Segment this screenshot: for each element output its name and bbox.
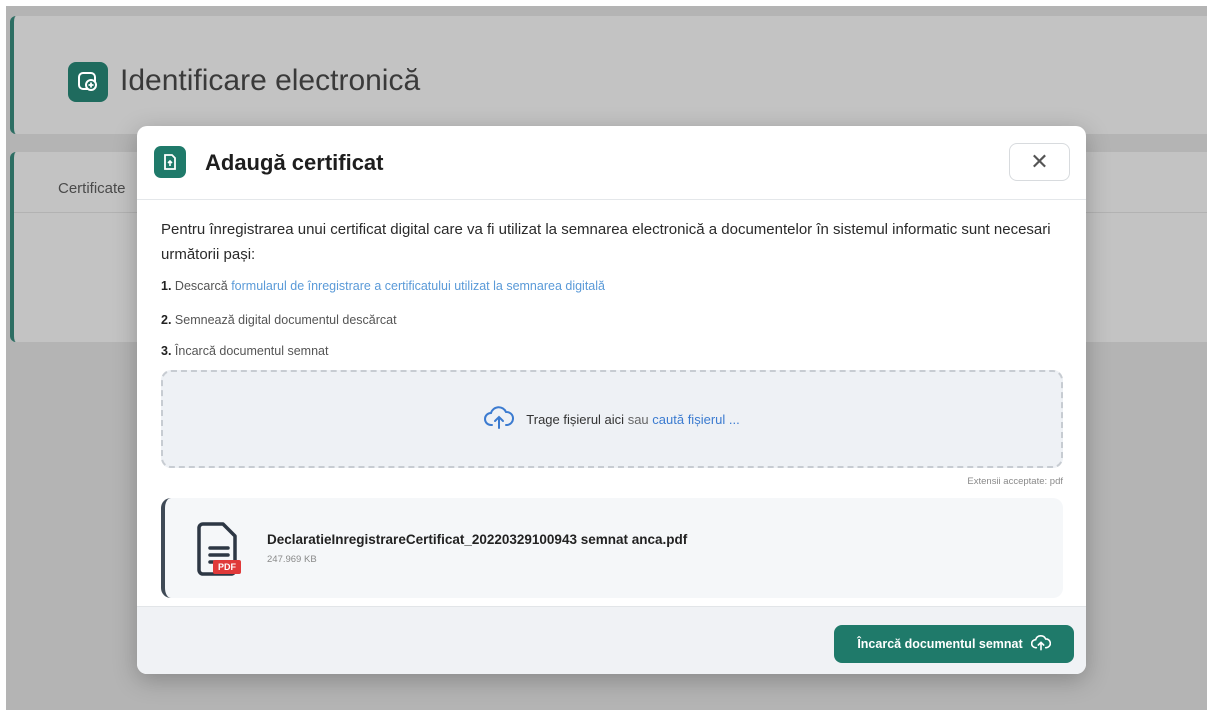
- browse-file-link[interactable]: caută fișierul ...: [652, 412, 739, 427]
- file-size: 247.969 KB: [267, 554, 317, 565]
- step-3: 3. Încarcă documentul semnat: [161, 344, 328, 358]
- file-dropzone[interactable]: Trage fișierul aici sau caută fișierul .…: [161, 370, 1063, 468]
- page-title: Identificare electronică: [120, 64, 421, 97]
- page-header-card: Identificare electronică: [10, 16, 1207, 134]
- step-number: 2.: [161, 313, 172, 327]
- dropzone-text: Trage fișierul aici: [526, 411, 625, 427]
- step-1: 1. Descarcă formularul de înregistrare a…: [161, 279, 605, 293]
- step-2: 2. Semnează digital documentul descărcat: [161, 313, 397, 327]
- cloud-upload-icon: [484, 405, 515, 433]
- close-icon: ✕: [1030, 149, 1049, 174]
- accepted-extensions: Extensii acceptate: pdf: [967, 476, 1063, 487]
- modal-title: Adaugă certificat: [205, 150, 384, 175]
- download-form-link[interactable]: formularul de înregistrare a certificatu…: [231, 279, 605, 293]
- modal-header: Adaugă certificat ✕: [137, 126, 1086, 200]
- file-name: DeclaratieInregistrareCertificat_2022032…: [267, 532, 688, 547]
- modal-footer: Încarcă documentul semnat: [137, 606, 1086, 674]
- upload-signed-document-button[interactable]: Încarcă documentul semnat: [834, 625, 1074, 663]
- step-number: 3.: [161, 344, 172, 358]
- step-text: Descarcă: [174, 279, 232, 293]
- shield-certificate-icon: [68, 62, 108, 102]
- upload-button-label: Încarcă documentul semnat: [857, 637, 1023, 651]
- uploaded-file-card: PDF DeclaratieInregistrareCertificat_202…: [161, 498, 1063, 598]
- add-certificate-modal: Adaugă certificat ✕ Pentru înregistrarea…: [137, 126, 1086, 674]
- step-number: 1.: [161, 279, 172, 293]
- close-button[interactable]: ✕: [1009, 143, 1070, 181]
- dropzone-or: sau: [627, 411, 649, 427]
- step-text: Încarcă documentul semnat: [174, 344, 329, 358]
- pdf-badge: PDF: [213, 560, 241, 574]
- certificates-tab[interactable]: Certificate: [58, 180, 126, 197]
- cloud-upload-icon: [1030, 634, 1051, 655]
- file-upload-icon: [154, 146, 186, 178]
- intro-text: Pentru înregistrarea unui certificat dig…: [161, 221, 1051, 263]
- step-text: Semnează digital documentul descărcat: [174, 313, 397, 327]
